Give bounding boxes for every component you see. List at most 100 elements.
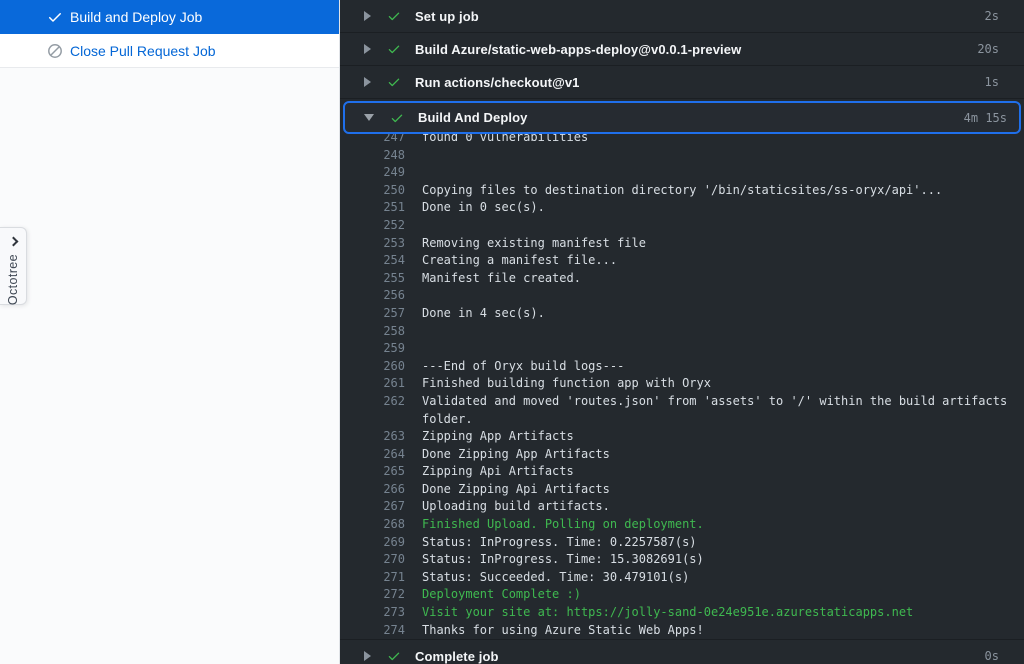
log-line-text: Done Zipping App Artifacts <box>422 446 1012 464</box>
chevron-right-icon[interactable] <box>364 44 371 54</box>
log-viewport: 247 found 0 vulnerabilities 248249250 Copyi… <box>340 134 1024 639</box>
step-label: Build Azure/static-web-apps-deploy@v0.0.… <box>415 42 741 57</box>
log-line-number[interactable]: 249 <box>340 164 405 182</box>
log-line-number[interactable]: 250 <box>340 182 405 200</box>
log-line-number[interactable]: 255 <box>340 270 405 288</box>
check-icon <box>387 649 401 663</box>
log-line: 248 <box>340 147 1012 165</box>
log-line: 253 Removing existing manifest file <box>340 235 1012 253</box>
log-line-number[interactable]: 247 <box>340 134 405 147</box>
log-line-text: Copying files to destination directory '… <box>422 182 1012 200</box>
log-line: 274Thanks for using Azure Static Web App… <box>340 622 1012 640</box>
log-line: 272 Deployment Complete :) <box>340 586 1012 604</box>
log-line: 271 Status: Succeeded. Time: 30.479101(s) <box>340 569 1012 587</box>
log-line-number[interactable]: 248 <box>340 147 405 165</box>
log-line: 273 Visit your site at: https://jolly-san… <box>340 604 1012 622</box>
skip-icon <box>46 42 63 59</box>
log-line: 266 Done Zipping Api Artifacts <box>340 481 1012 499</box>
log-line-number[interactable]: 267 <box>340 498 405 516</box>
log-line-number[interactable]: 268 <box>340 516 405 534</box>
check-icon <box>387 75 401 89</box>
log-line-number[interactable]: 252 <box>340 217 405 235</box>
step-label: Run actions/checkout@v1 <box>415 75 580 90</box>
log-line-number[interactable]: 266 <box>340 481 405 499</box>
log-line-number[interactable]: 264 <box>340 446 405 464</box>
log-line-number[interactable]: 253 <box>340 235 405 253</box>
check-icon <box>46 9 63 26</box>
job-label: Build and Deploy Job <box>70 9 202 25</box>
step-set-up-job[interactable]: Set up job2s <box>340 0 1024 33</box>
log-line: 252 <box>340 217 1012 235</box>
log-line-text: Creating a manifest file... <box>422 252 1012 270</box>
chevron-right-icon[interactable] <box>364 651 371 661</box>
log-line-text: Status: InProgress. Time: 15.3082691(s) <box>422 551 1012 569</box>
log-line: 249 <box>340 164 1012 182</box>
log-line-text: Validated and moved 'routes.json' from '… <box>422 393 1012 428</box>
log-line: 259 <box>340 340 1012 358</box>
check-icon <box>387 9 401 23</box>
sidebar-item-build-and-deploy-job[interactable]: Build and Deploy Job <box>0 0 339 34</box>
log-line: 256 <box>340 287 1012 305</box>
chevron-right-icon[interactable] <box>364 77 371 87</box>
step-build-azure-static-web-apps-deploy-v0-0-1-preview[interactable]: Build Azure/static-web-apps-deploy@v0.0.… <box>340 33 1024 66</box>
log-line-number[interactable]: 271 <box>340 569 405 587</box>
octotree-label: Octotree <box>6 254 20 305</box>
step-build-and-deploy[interactable]: Build And Deploy4m 15s <box>343 101 1021 134</box>
log-line: 262 Validated and moved 'routes.json' fro… <box>340 393 1012 428</box>
log-line-text: Manifest file created. <box>422 270 1012 288</box>
log-line: 257 Done in 4 sec(s). <box>340 305 1012 323</box>
log-line-number[interactable]: 261 <box>340 375 405 393</box>
log-line-text: ---End of Oryx build logs--- <box>422 358 1012 376</box>
log-line-text: found 0 vulnerabilities <box>422 134 1012 147</box>
chevron-right-icon[interactable] <box>364 11 371 21</box>
step-duration: 1s <box>985 75 999 89</box>
log-line-number[interactable]: 254 <box>340 252 405 270</box>
log-line-text: Status: InProgress. Time: 0.2257587(s) <box>422 534 1012 552</box>
log-line: 255 Manifest file created. <box>340 270 1012 288</box>
log-line-text: Removing existing manifest file <box>422 235 1012 253</box>
step-complete-job[interactable]: Complete job0s <box>340 639 1024 664</box>
log-line: 264 Done Zipping App Artifacts <box>340 446 1012 464</box>
log-line: 251 Done in 0 sec(s). <box>340 199 1012 217</box>
log-line-number[interactable]: 270 <box>340 551 405 569</box>
step-run-actions-checkout-v1[interactable]: Run actions/checkout@v1 1s <box>340 66 1024 99</box>
log-line-text: Done in 0 sec(s). <box>422 199 1012 217</box>
log-line-number[interactable]: 251 <box>340 199 405 217</box>
log-line-number[interactable]: 257 <box>340 305 405 323</box>
log-line: 258 <box>340 323 1012 341</box>
log-line-number[interactable]: 274 <box>340 622 405 640</box>
workflow-run-page: Build and Deploy Job Close Pull Request … <box>0 0 1024 664</box>
log-line-text: Zipping App Artifacts <box>422 428 1012 446</box>
octotree-toggle-tab[interactable]: Octotree <box>0 227 27 305</box>
chevron-right-icon <box>8 237 18 247</box>
log-line-number[interactable]: 259 <box>340 340 405 358</box>
log-line-number[interactable]: 256 <box>340 287 405 305</box>
log-line: 261 Finished building function app with O… <box>340 375 1012 393</box>
log-line-number[interactable]: 262 <box>340 393 405 411</box>
build-log: 247 found 0 vulnerabilities 248249250 Copyi… <box>340 134 1024 639</box>
log-line-number[interactable]: 258 <box>340 323 405 341</box>
job-label: Close Pull Request Job <box>70 43 216 59</box>
log-line-text: Done Zipping Api Artifacts <box>422 481 1012 499</box>
log-line-text: Finished building function app with Oryx <box>422 375 1012 393</box>
step-label: Set up job <box>415 9 479 24</box>
log-line-number[interactable]: 265 <box>340 463 405 481</box>
log-line-number[interactable]: 263 <box>340 428 405 446</box>
log-line-number[interactable]: 260 <box>340 358 405 376</box>
step-label: Complete job <box>415 649 499 664</box>
sidebar-item-close-pull-request-job[interactable]: Close Pull Request Job <box>0 34 339 68</box>
log-line-text: Visit your site at: https://jolly-sand-0… <box>422 604 1012 622</box>
log-line: 265Zipping Api Artifacts <box>340 463 1012 481</box>
chevron-down-icon[interactable] <box>364 114 374 121</box>
log-line-text: Status: Succeeded. Time: 30.479101(s) <box>422 569 1012 587</box>
log-line-number[interactable]: 272 <box>340 586 405 604</box>
log-line-text: Done in 4 sec(s). <box>422 305 1012 323</box>
step-duration: 20s <box>977 42 999 56</box>
log-line: 263 Zipping App Artifacts <box>340 428 1012 446</box>
log-line: 267Uploading build artifacts. <box>340 498 1012 516</box>
log-line-number[interactable]: 273 <box>340 604 405 622</box>
log-line: 268Finished Upload. Polling on deploymen… <box>340 516 1012 534</box>
log-line-number[interactable]: 269 <box>340 534 405 552</box>
log-line-text: Deployment Complete :) <box>422 586 1012 604</box>
log-line: 254 Creating a manifest file... <box>340 252 1012 270</box>
